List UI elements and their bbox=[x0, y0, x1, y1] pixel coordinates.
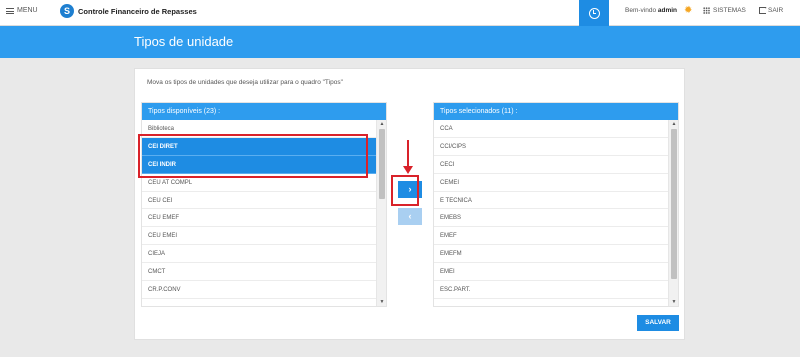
move-left-button[interactable]: ‹ bbox=[398, 208, 422, 225]
hamburger-icon bbox=[6, 7, 14, 14]
theme-sun-icon[interactable]: ✹ bbox=[684, 6, 694, 16]
list-item[interactable]: CEU EMEF bbox=[142, 209, 376, 228]
list-item[interactable]: EMEI bbox=[434, 263, 668, 282]
top-bar: MENU S Controle Financeiro de Repasses B… bbox=[0, 0, 800, 26]
list-item[interactable]: CEU EMEI bbox=[142, 227, 376, 246]
selected-types-title: Tipos selecionados (11) : bbox=[434, 103, 678, 120]
available-types-panel: Tipos disponíveis (23) : Biblioteca CEI D… bbox=[141, 102, 387, 307]
page-header: Tipos de unidade bbox=[0, 26, 800, 58]
scroll-down-icon[interactable]: ▼ bbox=[377, 298, 387, 306]
button-highlight bbox=[391, 175, 419, 206]
list-item[interactable]: E TECNICA bbox=[434, 192, 668, 210]
instruction-text: Mova os tipos de unidades que deseja uti… bbox=[147, 79, 343, 86]
available-types-title: Tipos disponíveis (23) : bbox=[142, 103, 386, 120]
scroll-down-icon[interactable]: ▼ bbox=[669, 298, 679, 306]
scroll-up-icon[interactable]: ▲ bbox=[669, 120, 679, 128]
app-title: Controle Financeiro de Repasses bbox=[78, 6, 197, 16]
list-item[interactable]: CIEJA bbox=[142, 245, 376, 264]
clock-icon bbox=[588, 7, 600, 19]
logout-button[interactable]: SAIR bbox=[759, 4, 784, 14]
list-item[interactable]: EMEFM bbox=[434, 245, 668, 264]
menu-label: MENU bbox=[17, 7, 38, 14]
history-button[interactable] bbox=[579, 0, 609, 26]
list-item[interactable]: CR.P.CONV bbox=[142, 281, 376, 299]
list-item[interactable]: CEMEI bbox=[434, 174, 668, 192]
brand[interactable]: S Controle Financeiro de Repasses bbox=[60, 4, 197, 18]
user-name: admin bbox=[657, 7, 678, 14]
selected-types-panel: Tipos selecionados (11) : CCA CCI/CIPS CEC… bbox=[433, 102, 679, 307]
list-item[interactable]: CEU CEI bbox=[142, 192, 376, 210]
page-title: Tipos de unidade bbox=[134, 34, 234, 49]
list-item[interactable]: CCI/CIPS bbox=[434, 138, 668, 156]
annotation-arrow-down-icon bbox=[403, 166, 413, 174]
scroll-thumb[interactable] bbox=[671, 129, 677, 279]
list-item[interactable]: EMEF bbox=[434, 227, 668, 246]
exit-icon bbox=[759, 4, 768, 14]
logout-label: SAIR bbox=[768, 7, 784, 14]
apps-grid-icon bbox=[703, 7, 710, 14]
list-item[interactable]: CCA bbox=[434, 120, 668, 138]
app-logo-icon: S bbox=[60, 4, 74, 18]
systems-button[interactable]: SISTEMAS bbox=[703, 7, 746, 14]
list-item[interactable]: CMCT bbox=[142, 263, 376, 282]
list-item[interactable]: CECI bbox=[434, 156, 668, 174]
save-button[interactable]: SALVAR bbox=[637, 315, 679, 331]
available-scrollbar[interactable]: ▲ ▼ bbox=[376, 120, 386, 306]
scroll-up-icon[interactable]: ▲ bbox=[377, 120, 387, 128]
selection-highlight bbox=[138, 134, 368, 178]
selected-types-list[interactable]: CCA CCI/CIPS CECI CEMEI E TECNICA EMEBS EMEF EM… bbox=[434, 120, 668, 306]
welcome-prefix: Bem-vindo bbox=[625, 7, 657, 14]
systems-label: SISTEMAS bbox=[713, 7, 746, 14]
welcome-text: Bem-vindo admin bbox=[625, 7, 677, 14]
selected-scrollbar[interactable]: ▲ ▼ bbox=[668, 120, 678, 306]
scroll-thumb[interactable] bbox=[379, 129, 385, 199]
menu-button[interactable]: MENU bbox=[6, 7, 38, 14]
list-item[interactable]: EMEBS bbox=[434, 209, 668, 228]
list-item[interactable]: ESC.PART. bbox=[434, 281, 668, 299]
